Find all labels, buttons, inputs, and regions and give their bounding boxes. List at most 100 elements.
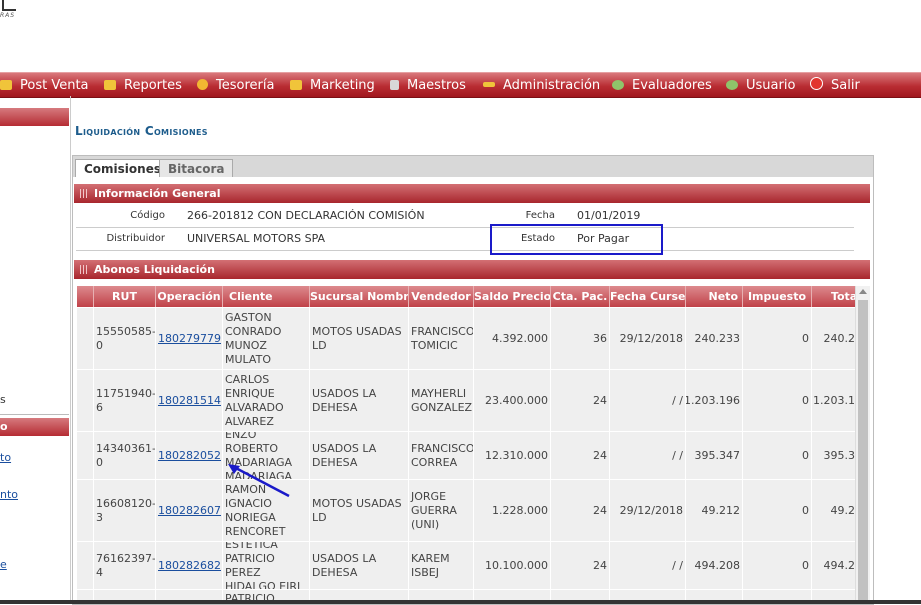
row-selector[interactable] bbox=[77, 432, 94, 479]
operacion-link[interactable]: 180281514 bbox=[158, 394, 221, 408]
cell-sucursal: MOTOS USADAS LD bbox=[310, 308, 409, 369]
menu-item-administracion[interactable]: Administración bbox=[483, 73, 600, 97]
cell-sucursal: USADOS LA DEHESA bbox=[310, 542, 409, 589]
cell-fecha-curse: / / bbox=[610, 542, 686, 589]
menu-item-usuario[interactable]: Usuario bbox=[726, 73, 795, 97]
menu-item-label: Reportes bbox=[124, 78, 182, 93]
operacion-link[interactable]: 180279779 bbox=[158, 332, 221, 346]
cell-vendedor: FRANCISCO TOMICIC bbox=[409, 308, 474, 369]
page-title: Liquidación Comisiones bbox=[75, 124, 208, 138]
brand-logo: RAS bbox=[0, 0, 20, 22]
menu-item-evaluadores[interactable]: Evaluadores bbox=[612, 73, 712, 97]
cell-vendedor: JORGE GUERRA (UNI) bbox=[409, 480, 474, 541]
table-row: 14340361-0 180282052 ENZO ROBERTO MADARI… bbox=[77, 432, 855, 480]
cell-operacion[interactable]: 180282607 bbox=[156, 480, 223, 541]
column-header-vendedor[interactable]: Vendedor bbox=[409, 286, 474, 307]
tab-bitacora[interactable]: Bitacora bbox=[159, 159, 234, 179]
operacion-link[interactable]: 180282607 bbox=[158, 504, 221, 518]
cell-saldo-precio: 12.310.000 bbox=[474, 432, 551, 479]
menu-item-label: Tesorería bbox=[216, 78, 275, 93]
row-selector[interactable] bbox=[77, 480, 94, 541]
scroll-up-icon[interactable] bbox=[859, 289, 867, 294]
cell-vendedor: KAREM ISBEJ bbox=[409, 542, 474, 589]
cell-operacion[interactable]: 180279779 bbox=[156, 308, 223, 369]
column-header-operacion[interactable]: Operación bbox=[156, 286, 223, 307]
sidebar-header bbox=[0, 108, 69, 126]
cell-cta-pac: 36 bbox=[551, 308, 610, 369]
row-selector[interactable] bbox=[77, 370, 94, 431]
column-header-fecha-curse[interactable]: Fecha Curse bbox=[610, 286, 686, 307]
menu-item-tesoreria[interactable]: Tesorería bbox=[197, 73, 274, 97]
table-scrollbar[interactable] bbox=[855, 286, 870, 604]
cell-operacion[interactable]: 180282682 bbox=[156, 542, 223, 589]
codigo-value: 266-201812 CON DECLARACIÓN COMISIÓN bbox=[187, 209, 425, 222]
menu-item-salir[interactable]: Salir bbox=[810, 73, 860, 97]
cell-impuesto: 0 bbox=[743, 542, 812, 589]
codigo-label: Código bbox=[130, 210, 165, 221]
database-icon bbox=[390, 80, 399, 90]
cell-fecha-curse: / / bbox=[610, 432, 686, 479]
sidebar-divider bbox=[0, 414, 69, 415]
menu-item-marketing[interactable]: Marketing bbox=[290, 73, 375, 97]
column-header-cliente[interactable]: Cliente bbox=[223, 286, 310, 307]
row-selector[interactable] bbox=[77, 308, 94, 369]
distribuidor-value: UNIVERSAL MOTORS SPA bbox=[187, 232, 326, 245]
column-header-saldo-precio[interactable]: Saldo Precio bbox=[474, 286, 551, 307]
cell-rut: 76162397-4 bbox=[94, 542, 156, 589]
cell-operacion[interactable]: 180282052 bbox=[156, 432, 223, 479]
menu-item-maestros[interactable]: Maestros bbox=[390, 73, 466, 97]
people-icon bbox=[726, 80, 738, 90]
folder-icon bbox=[104, 80, 116, 90]
cell-operacion[interactable]: 180281514 bbox=[156, 370, 223, 431]
tab-comisiones[interactable]: Comisiones bbox=[75, 159, 170, 179]
cell-neto: 1.203.196 bbox=[686, 370, 743, 431]
operacion-link[interactable]: 180282052 bbox=[158, 449, 221, 463]
cell-impuesto: 0 bbox=[743, 480, 812, 541]
cell-impuesto: 0 bbox=[743, 370, 812, 431]
column-header-sucursal[interactable]: Sucursal Nombre bbox=[310, 286, 409, 307]
cell-vendedor: MAYHERLI GONZALEZ. bbox=[409, 370, 474, 431]
scroll-thumb[interactable] bbox=[858, 300, 868, 600]
folder-icon bbox=[0, 80, 12, 90]
tab-strip: Comisiones Bitacora bbox=[72, 155, 874, 179]
column-header-neto[interactable]: Neto bbox=[686, 286, 743, 307]
section-title: Abonos Liquidación bbox=[94, 263, 215, 276]
cell-total: 395.347 bbox=[812, 432, 856, 479]
grip-icon bbox=[80, 189, 88, 198]
cell-rut: 11751940-6 bbox=[94, 370, 156, 431]
estado-highlight-box bbox=[490, 224, 663, 255]
cell-total: 494.208 bbox=[812, 542, 856, 589]
cell-total: 1.203.196 bbox=[812, 370, 855, 431]
column-header-rut[interactable]: RUT bbox=[94, 286, 156, 307]
operacion-link[interactable]: 180282682 bbox=[158, 559, 221, 573]
cell-total: 240.233 bbox=[812, 308, 856, 369]
sidebar-text: s bbox=[0, 393, 6, 406]
cell-neto: 494.208 bbox=[686, 542, 743, 589]
cell-vendedor: FRANCISCO CORREA bbox=[409, 432, 474, 479]
sidebar-link[interactable]: e bbox=[0, 558, 7, 571]
column-header-total[interactable]: Total bbox=[812, 286, 855, 307]
sidebar-header-2: o bbox=[0, 418, 69, 436]
section-header-info-general: Información General bbox=[74, 184, 870, 203]
section-header-abonos: Abonos Liquidación bbox=[74, 260, 870, 279]
section-title: Información General bbox=[94, 187, 221, 200]
table-row: 16608120-3 180282607 RAMON IGNACIO NORIE… bbox=[77, 480, 855, 542]
abonos-table: RUT Operación Cliente Sucursal Nombre Ve… bbox=[77, 286, 855, 604]
cell-fecha-curse: 29/12/2018 bbox=[610, 480, 686, 541]
menu-item-post-venta[interactable]: Post Venta bbox=[0, 73, 89, 97]
column-header-impuesto[interactable]: Impuesto bbox=[743, 286, 812, 307]
window-bottom-edge bbox=[0, 600, 921, 604]
cell-neto: 395.347 bbox=[686, 432, 743, 479]
chat-icon bbox=[290, 80, 302, 90]
annotation-arrow-icon bbox=[228, 464, 290, 498]
sidebar-link[interactable]: nto bbox=[0, 488, 18, 501]
cell-sucursal: USADOS LA DEHESA bbox=[310, 370, 409, 431]
cell-sucursal: MOTOS USADAS LD bbox=[310, 480, 409, 541]
table-row: 76162397-4 180282682 ESTETICA PATRICIO P… bbox=[77, 542, 855, 590]
column-header-cta-pac[interactable]: Cta. Pac. bbox=[551, 286, 610, 307]
brand-logo-text: RAS bbox=[0, 12, 16, 19]
menu-item-reportes[interactable]: Reportes bbox=[104, 73, 182, 97]
column-header bbox=[77, 286, 94, 307]
row-selector[interactable] bbox=[77, 542, 94, 589]
sidebar-link[interactable]: to bbox=[0, 451, 11, 464]
